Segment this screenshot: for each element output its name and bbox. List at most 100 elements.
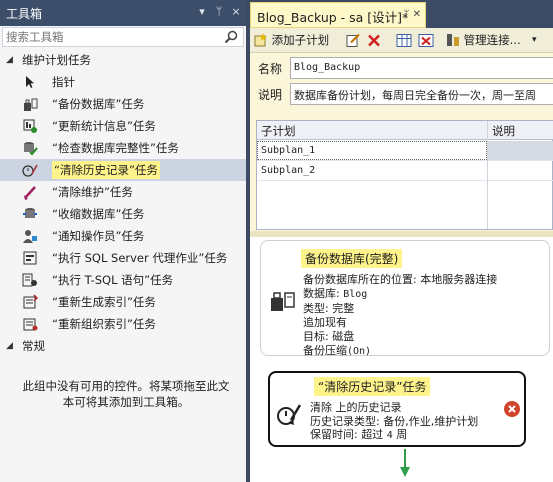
toolbox-panel: 工具箱 ▾ ᛘ × ◢ 维护计划任务 指针 “备份数据库”任务 “更新统计信息”… [0, 0, 246, 482]
backup-database-icon [24, 98, 38, 111]
manage-connections-button[interactable]: 管理连接... [446, 32, 521, 49]
connections-icon [447, 34, 459, 46]
toolbox-item-reorganize-index[interactable]: “重新组织索引”任务 [0, 313, 246, 335]
toolbar-overflow-icon[interactable]: ▾ [532, 32, 537, 49]
subplan-name: Subplan_2 [261, 165, 316, 176]
designer-toolbar: 添加子计划 管理连接... ▾ [250, 28, 553, 53]
add-subplan-icon [254, 33, 267, 47]
database-value: Blog [343, 289, 368, 300]
backup-compression: 备份压缩(On) [303, 344, 497, 359]
backup-task-title: 备份数据库(完整) [301, 249, 403, 268]
tsql-statement-icon [22, 273, 37, 287]
cleanup-history-type: 历史记录类型: 备份,作业,维护计划 [310, 414, 479, 428]
schedule-grid-icon[interactable] [396, 32, 412, 49]
backup-type: 类型: 完整 [303, 302, 355, 315]
close-icon[interactable]: × [230, 4, 242, 20]
backup-target: 目标: 磁盘 [303, 330, 355, 343]
compression-value: (On) [347, 346, 372, 357]
group-label: 维护计划任务 [22, 53, 91, 67]
manage-connections-label: 管理连接... [463, 33, 521, 47]
toolbox-search-input[interactable] [3, 28, 213, 46]
delete-icon[interactable] [366, 32, 382, 49]
rebuild-index-icon [23, 294, 38, 309]
group-maintenance-tasks[interactable]: ◢ 维护计划任务 [0, 51, 246, 69]
document-tab[interactable]: Blog_Backup - sa [设计]* ᛘ ✕ [250, 2, 426, 28]
group-general[interactable]: ◢ 常规 [0, 337, 246, 355]
group-label: 常规 [22, 339, 45, 353]
subplan-name: Subplan_1 [261, 145, 316, 156]
item-label: “更新统计信息”任务 [52, 119, 156, 133]
item-label: “重新生成索引”任务 [52, 295, 156, 309]
update-statistics-icon [23, 119, 37, 133]
grid-header: 子计划 说明 [257, 121, 553, 140]
backup-database-task[interactable]: 备份数据库(完整) 备份数据库所在的位置: 本地服务器连接 数据库: Blog … [260, 240, 550, 359]
item-label: “通知操作员”任务 [52, 229, 145, 243]
toolbox-item-tsql-statement[interactable]: “执行 T-SQL 语句”任务 [0, 269, 246, 291]
toolbox-item-rebuild-index[interactable]: “重新生成索引”任务 [0, 291, 246, 313]
tab-pin-close-icon[interactable]: ᛘ ✕ [403, 9, 421, 20]
history-cleanup-icon [277, 404, 302, 425]
properties-icon[interactable] [345, 32, 361, 49]
sql-agent-job-icon [23, 251, 37, 265]
compression-label: 备份压缩 [303, 344, 347, 357]
backup-location: 备份数据库所在的位置: 本地服务器连接 [303, 273, 498, 286]
toolbox-item-backup-database[interactable]: “备份数据库”任务 [0, 93, 246, 115]
retention-unit: 周 [392, 428, 408, 441]
toolbox-item-pointer[interactable]: 指针 [0, 71, 246, 93]
history-cleanup-task[interactable]: “清除历史记录”任务 清除 上的历史记录 历史记录类型: 备份,作业,维护计划 … [268, 371, 526, 447]
col-header-description[interactable]: 说明 [492, 123, 515, 139]
retention-label: 保留时间: 超过 [310, 428, 387, 441]
subplan-row[interactable]: Subplan_1 [257, 141, 553, 161]
pointer-icon [26, 76, 34, 88]
collapse-triangle-icon[interactable]: ◢ [6, 51, 13, 69]
maintenance-cleanup-icon [24, 186, 36, 200]
database-label: 数据库: [303, 287, 344, 300]
toolbox-title: 工具箱 [6, 7, 43, 21]
add-subplan-button[interactable]: 添加子计划 [254, 32, 329, 49]
cleanup-task-details: 清除 上的历史记录 历史记录类型: 备份,作业,维护计划 保留时间: 超过 4 … [310, 401, 478, 443]
reorganize-index-icon [23, 318, 38, 331]
toolbox-search-box[interactable] [2, 27, 244, 47]
history-cleanup-icon [22, 164, 38, 177]
name-label: 名称 [258, 62, 283, 76]
backup-append: 追加现有 [303, 316, 347, 329]
precedence-connector-arrow[interactable] [398, 449, 412, 481]
dropdown-icon[interactable]: ▾ [196, 4, 208, 20]
pin-icon[interactable]: ᛘ [213, 4, 225, 20]
description-cell[interactable] [488, 141, 553, 160]
design-surface[interactable]: 备份数据库(完整) 备份数据库所在的位置: 本地服务器连接 数据库: Blog … [250, 237, 553, 482]
cleanup-target: 清除 上的历史记录 [310, 401, 402, 414]
plan-description-row: 说明 数据库备份计划，每周日完全备份一次，周一至周 [250, 81, 553, 107]
toolbox-item-check-integrity[interactable]: “检查数据库完整性”任务 [0, 137, 246, 159]
toolbox-item-notify-operator[interactable]: “通知操作员”任务 [0, 225, 246, 247]
toolbox-item-update-statistics[interactable]: “更新统计信息”任务 [0, 115, 246, 137]
subplan-row[interactable]: Subplan_2 [257, 161, 553, 181]
item-label: “收缩数据库”任务 [52, 207, 145, 221]
item-label: “备份数据库”任务 [52, 97, 145, 111]
remove-schedule-icon[interactable] [418, 32, 434, 49]
item-label: “重新组织索引”任务 [52, 317, 156, 331]
toolbox-item-history-cleanup[interactable]: “清除历史记录”任务 [0, 159, 246, 181]
col-header-subplan[interactable]: 子计划 [261, 123, 296, 139]
backup-database-icon [271, 292, 295, 311]
error-icon[interactable] [504, 401, 520, 417]
plan-name-field[interactable]: Blog_Backup [290, 57, 553, 79]
plan-description-field[interactable]: 数据库备份计划，每周日完全备份一次，周一至周 [290, 83, 553, 105]
backup-task-details: 备份数据库所在的位置: 本地服务器连接 数据库: Blog 类型: 完整 追加现… [303, 273, 497, 359]
item-label: 指针 [52, 75, 75, 89]
toolbox-item-shrink-database[interactable]: “收缩数据库”任务 [0, 203, 246, 225]
column-divider[interactable] [487, 121, 488, 229]
toolbox-item-maintenance-cleanup[interactable]: “清除维护”任务 [0, 181, 246, 203]
toolbox-item-sql-agent-job[interactable]: “执行 SQL Server 代理作业”任务 [0, 247, 246, 269]
empty-group-message: 此组中没有可用的控件。将某项拖至此文 本可将其添加到工具箱。 [12, 378, 240, 410]
backup-database-line: 数据库: Blog [303, 287, 497, 302]
collapse-triangle-icon[interactable]: ◢ [6, 337, 13, 355]
notify-operator-icon [23, 230, 37, 243]
subplan-grid: 子计划 说明 Subplan_1 Subplan_2 [256, 120, 553, 230]
item-label: “清除维护”任务 [52, 185, 133, 199]
cleanup-retention: 保留时间: 超过 4 周 [310, 428, 478, 443]
search-icon[interactable] [223, 29, 239, 45]
check-integrity-icon [24, 142, 38, 156]
empty-message-line-2: 本可将其添加到工具箱。 [62, 395, 190, 409]
shrink-database-icon [23, 208, 37, 218]
